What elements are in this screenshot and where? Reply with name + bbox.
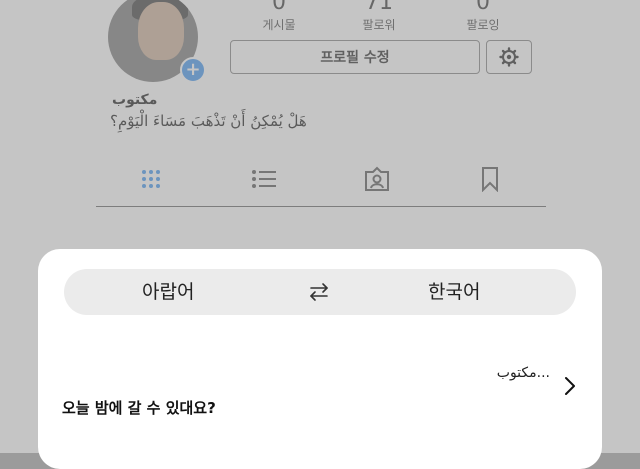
grid-icon (142, 170, 160, 188)
profile-username: مكتوب (110, 92, 160, 108)
list-icon (252, 170, 276, 188)
stat-posts[interactable]: 0 게시물 (234, 0, 324, 33)
expand-button[interactable] (562, 375, 578, 397)
stat-following-value: 0 (476, 0, 490, 15)
profile-tabs (0, 164, 640, 196)
stat-following[interactable]: 0 팔로잉 (438, 0, 528, 33)
tab-saved[interactable] (475, 164, 505, 194)
tab-grid[interactable] (136, 164, 166, 194)
source-text-preview: مكتوب... (496, 365, 550, 381)
source-language-button[interactable]: 아랍어 (142, 269, 194, 315)
bookmark-icon (482, 167, 498, 192)
target-language-button[interactable]: 한국어 (428, 269, 480, 315)
translated-text: 오늘 밤에 갈 수 있대요? (62, 399, 216, 417)
gear-icon (499, 47, 519, 67)
swap-icon (310, 283, 328, 301)
stat-posts-label: 게시물 (262, 18, 296, 32)
chevron-right-icon (565, 377, 575, 395)
profile-bio[interactable]: هَلْ يُمْكِنُ أَنْ تَذْهَبَ مَسَاءَ الْي… (106, 112, 311, 130)
edit-profile-button[interactable]: 프로필 수정 (230, 40, 480, 74)
tab-list[interactable] (249, 164, 279, 194)
swap-languages-button[interactable] (306, 282, 332, 302)
tagged-icon (365, 166, 389, 191)
translation-sheet: 아랍어 한국어 مكتوب... 오늘 밤에 갈 수 있대요? (38, 249, 602, 469)
stat-following-label: 팔로잉 (466, 18, 500, 32)
stat-posts-value: 0 (272, 0, 286, 15)
avatar-face-shape (138, 2, 184, 60)
tab-tagged[interactable] (362, 164, 392, 194)
tabs-divider (96, 206, 546, 207)
add-story-icon[interactable]: + (180, 57, 206, 83)
stat-followers[interactable]: 71 팔로워 (334, 0, 424, 33)
language-selector: 아랍어 한국어 (64, 269, 576, 315)
stat-followers-value: 71 (365, 0, 393, 15)
settings-button[interactable] (486, 40, 532, 74)
stat-followers-label: 팔로워 (362, 18, 396, 32)
